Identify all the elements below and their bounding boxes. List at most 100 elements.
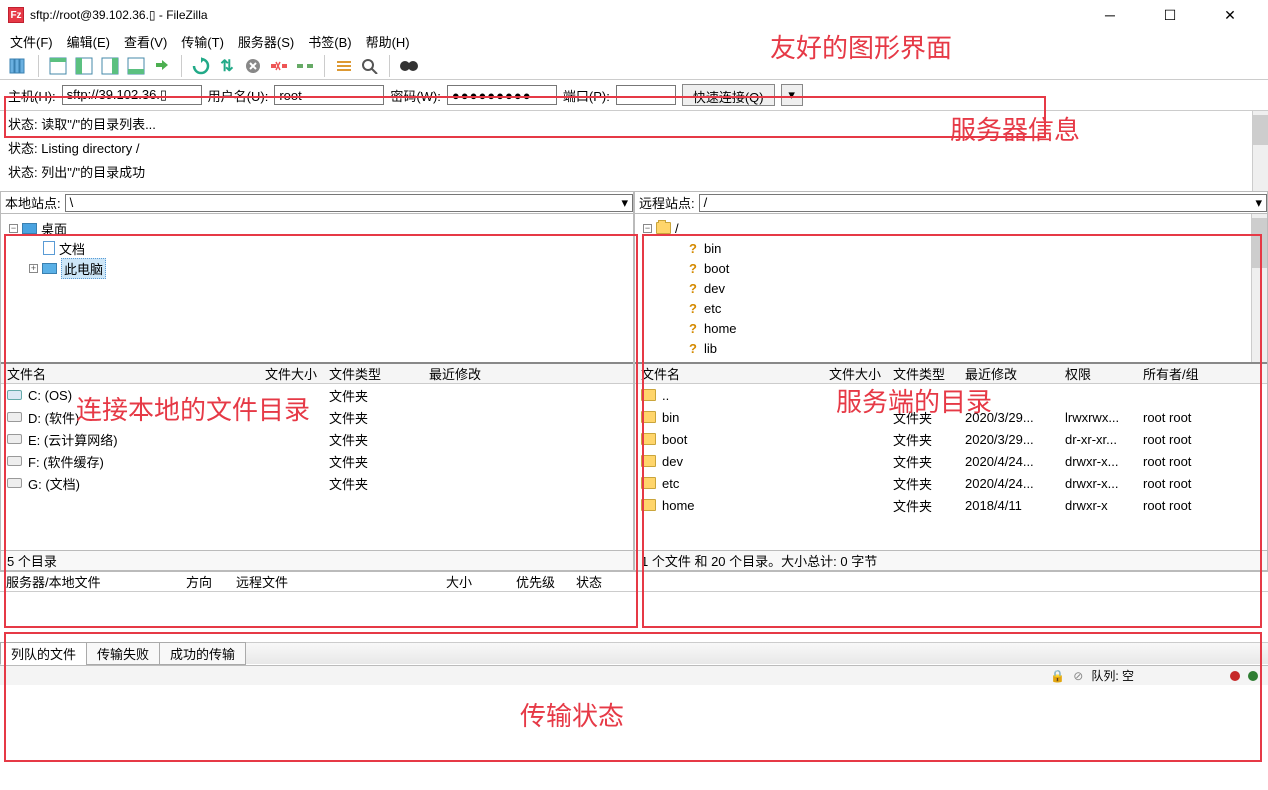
cancel-icon[interactable] bbox=[242, 55, 264, 77]
expander-icon[interactable]: − bbox=[643, 224, 652, 233]
file-row[interactable]: G: (文档)文件夹 bbox=[1, 472, 633, 494]
reconnect-icon[interactable] bbox=[294, 55, 316, 77]
local-path-combo[interactable]: \▾ bbox=[65, 194, 633, 212]
tab-queued[interactable]: 列队的文件 bbox=[0, 642, 87, 665]
toggle-log-icon[interactable] bbox=[47, 55, 69, 77]
drive-icon bbox=[7, 434, 22, 444]
file-row[interactable]: C: (OS)文件夹 bbox=[1, 384, 633, 406]
tree-item[interactable]: ?dev bbox=[639, 278, 1263, 298]
menu-help[interactable]: 帮助(H) bbox=[366, 32, 410, 51]
menu-transfer[interactable]: 传输(T) bbox=[181, 32, 224, 51]
file-row[interactable]: etc文件夹2020/4/24...drwxr-x...root root bbox=[635, 472, 1267, 494]
tree-item[interactable]: ?bin bbox=[639, 238, 1263, 258]
col-modified[interactable]: 最近修改 bbox=[959, 364, 1059, 383]
remote-file-list[interactable]: ..bin文件夹2020/3/29...lrwxrwx...root rootb… bbox=[635, 384, 1267, 550]
minimize-button[interactable]: ─ bbox=[1090, 3, 1130, 27]
unknown-folder-icon: ? bbox=[686, 241, 700, 255]
quick-connect-button[interactable]: 快速连接(Q) bbox=[682, 84, 775, 106]
status-dot-green bbox=[1248, 671, 1258, 681]
file-row[interactable]: E: (云计算网络)文件夹 bbox=[1, 428, 633, 450]
col-filesize[interactable]: 文件大小 bbox=[815, 364, 887, 383]
col-size[interactable]: 大小 bbox=[440, 572, 510, 591]
menu-server[interactable]: 服务器(S) bbox=[238, 32, 294, 51]
col-direction[interactable]: 方向 bbox=[180, 572, 230, 591]
password-input[interactable] bbox=[447, 85, 557, 105]
col-remote-file[interactable]: 远程文件 bbox=[230, 572, 440, 591]
file-row[interactable]: boot文件夹2020/3/29...dr-xr-xr...root root bbox=[635, 428, 1267, 450]
expander-icon[interactable]: + bbox=[29, 264, 38, 273]
transfer-list[interactable] bbox=[0, 592, 1268, 642]
annotation-xfer: 传输状态 bbox=[520, 696, 624, 733]
log-scrollbar[interactable] bbox=[1252, 111, 1268, 191]
folder-icon bbox=[656, 222, 671, 234]
process-queue-icon[interactable]: ⇅ bbox=[216, 55, 238, 77]
toggle-queue-icon[interactable] bbox=[125, 55, 147, 77]
file-row[interactable]: home文件夹2018/4/11drwxr-xroot root bbox=[635, 494, 1267, 516]
close-button[interactable]: ✕ bbox=[1210, 3, 1250, 27]
col-permissions[interactable]: 权限 bbox=[1059, 364, 1137, 383]
disconnect-icon[interactable] bbox=[268, 55, 290, 77]
tree-item[interactable]: ?lib bbox=[639, 338, 1263, 358]
remote-tree[interactable]: −/?bin?boot?dev?etc?home?lib bbox=[635, 214, 1267, 364]
file-row[interactable]: F: (软件缓存)文件夹 bbox=[1, 450, 633, 472]
local-pane: 本地站点: \▾ −桌面 文档 +此电脑 文件名 文件大小 文件类型 最近修改 … bbox=[0, 191, 634, 571]
menu-bookmarks[interactable]: 书签(B) bbox=[308, 32, 351, 51]
tree-item[interactable]: ?home bbox=[639, 318, 1263, 338]
file-row[interactable]: .. bbox=[635, 384, 1267, 406]
unknown-folder-icon: ? bbox=[686, 321, 700, 335]
log-pane[interactable]: 状态: 读取"/"的目录列表... 状态: Listing directory … bbox=[0, 111, 1268, 191]
folder-icon bbox=[641, 433, 656, 445]
tree-item-selected[interactable]: 此电脑 bbox=[61, 258, 106, 279]
toggle-local-tree-icon[interactable] bbox=[73, 55, 95, 77]
expander-icon[interactable]: − bbox=[9, 224, 18, 233]
tree-item[interactable]: −/ bbox=[639, 218, 1263, 238]
tree-item[interactable]: ?boot bbox=[639, 258, 1263, 278]
file-row[interactable]: bin文件夹2020/3/29...lrwxrwx...root root bbox=[635, 406, 1267, 428]
menu-edit[interactable]: 编辑(E) bbox=[67, 32, 110, 51]
maximize-button[interactable]: ☐ bbox=[1150, 3, 1190, 27]
remote-tree-scrollbar[interactable] bbox=[1251, 214, 1267, 362]
lock-icon: 🔒 bbox=[1050, 669, 1065, 683]
username-input[interactable] bbox=[274, 85, 384, 105]
col-filetype[interactable]: 文件类型 bbox=[323, 364, 423, 383]
menu-view[interactable]: 查看(V) bbox=[124, 32, 167, 51]
col-status[interactable]: 状态 bbox=[570, 572, 1268, 591]
remote-status: 1 个文件 和 20 个目录。大小总计: 0 字节 bbox=[635, 550, 1267, 570]
tab-failed[interactable]: 传输失败 bbox=[86, 642, 160, 665]
quick-connect-bar: 主机(H): 用户名(U): 密码(W): 端口(P): 快速连接(Q) ▾ bbox=[0, 80, 1268, 111]
local-file-list[interactable]: C: (OS)文件夹D: (软件)文件夹E: (云计算网络)文件夹F: (软件缓… bbox=[1, 384, 633, 550]
col-server-local[interactable]: 服务器/本地文件 bbox=[0, 572, 180, 591]
sync-browse-icon[interactable] bbox=[151, 55, 173, 77]
local-site-label: 本地站点: bbox=[5, 193, 61, 212]
quick-connect-dropdown[interactable]: ▾ bbox=[781, 84, 803, 106]
col-filetype[interactable]: 文件类型 bbox=[887, 364, 959, 383]
file-row[interactable]: D: (软件)文件夹 bbox=[1, 406, 633, 428]
compare-icon[interactable] bbox=[359, 55, 381, 77]
local-tree[interactable]: − 桌面 文档 + 此电脑 bbox=[1, 214, 633, 364]
host-input[interactable] bbox=[62, 85, 202, 105]
tree-item[interactable]: 桌面 bbox=[41, 219, 67, 238]
col-priority[interactable]: 优先级 bbox=[510, 572, 570, 591]
toggle-remote-tree-icon[interactable] bbox=[99, 55, 121, 77]
tree-item[interactable]: 文档 bbox=[59, 239, 85, 258]
remote-file-header: 文件名 文件大小 文件类型 最近修改 权限 所有者/组 bbox=[635, 364, 1267, 384]
local-file-header: 文件名 文件大小 文件类型 最近修改 bbox=[1, 364, 633, 384]
col-filesize[interactable]: 文件大小 bbox=[251, 364, 323, 383]
col-filename[interactable]: 文件名 bbox=[635, 364, 815, 383]
unknown-folder-icon: ? bbox=[686, 341, 700, 355]
site-manager-icon[interactable] bbox=[8, 55, 30, 77]
unknown-folder-icon: ? bbox=[686, 281, 700, 295]
refresh-icon[interactable] bbox=[190, 55, 212, 77]
col-modified[interactable]: 最近修改 bbox=[423, 364, 633, 383]
tree-item[interactable]: ?etc bbox=[639, 298, 1263, 318]
menu-file[interactable]: 文件(F) bbox=[10, 32, 53, 51]
username-label: 用户名(U): bbox=[208, 86, 269, 105]
filter-icon[interactable] bbox=[333, 55, 355, 77]
search-icon[interactable] bbox=[398, 55, 420, 77]
file-row[interactable]: dev文件夹2020/4/24...drwxr-x...root root bbox=[635, 450, 1267, 472]
col-owner[interactable]: 所有者/组 bbox=[1137, 364, 1267, 383]
col-filename[interactable]: 文件名 bbox=[1, 364, 251, 383]
port-input[interactable] bbox=[616, 85, 676, 105]
remote-path-combo[interactable]: /▾ bbox=[699, 194, 1267, 212]
tab-successful[interactable]: 成功的传输 bbox=[159, 642, 246, 665]
